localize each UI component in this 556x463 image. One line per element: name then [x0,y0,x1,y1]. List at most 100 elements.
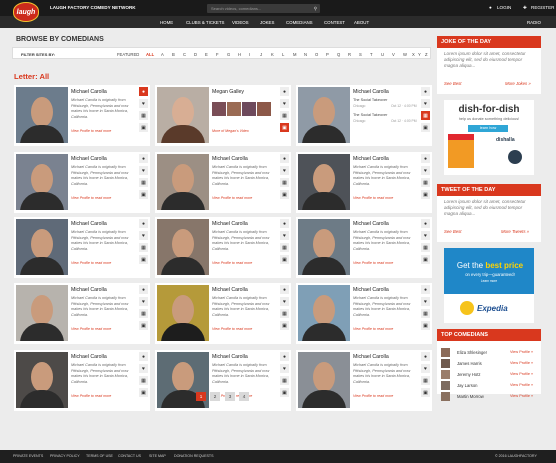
filter-letter[interactable]: H [238,52,241,57]
view-profile-link[interactable]: View Profile to read more [353,394,393,398]
heart-icon[interactable]: ♥ [421,297,430,306]
comedian-name[interactable]: Michael Carolla [212,354,248,360]
comedian-name[interactable]: Michael Carolla [353,287,389,293]
filter-letter[interactable]: O [315,52,318,57]
see-best-link[interactable]: See Best [444,81,461,86]
profile-icon[interactable]: ● [280,352,289,361]
filter-letter[interactable]: Z [425,52,428,57]
calendar-icon[interactable]: ▦ [280,243,289,252]
video-icon[interactable]: ▣ [421,255,430,264]
top-comedian-row[interactable]: James Harris View Profile » [441,359,539,369]
filter-letter[interactable]: M [293,52,297,57]
video-icon[interactable]: ▣ [139,123,148,132]
filter-letter[interactable]: L [282,52,284,57]
filter-featured[interactable]: FEATURED [117,52,139,57]
comedian-photo[interactable] [16,219,68,275]
page-4-button[interactable]: 4 [239,392,249,401]
top-comedian-name[interactable]: James Harris [457,361,482,366]
heart-icon[interactable]: ♥ [139,364,148,373]
calendar-icon[interactable]: ▦ [421,243,430,252]
profile-icon[interactable]: ● [139,285,148,294]
nav-home[interactable]: HOME [160,20,173,25]
video-icon[interactable]: ▣ [421,388,430,397]
heart-icon[interactable]: ♥ [280,99,289,108]
video-icon[interactable]: ▣ [139,321,148,330]
more-jokes-link[interactable]: More Jokes » [505,81,531,86]
comedian-name[interactable]: Michael Carolla [71,287,107,293]
profile-icon[interactable]: ● [280,87,289,96]
comedian-name[interactable]: Michael Carolla [212,156,248,162]
more-videos-link[interactable]: More of Megan's Video [212,129,249,133]
calendar-icon[interactable]: ▦ [280,309,289,318]
calendar-icon[interactable]: ▦ [139,243,148,252]
view-profile-link[interactable]: View Profile to read more [71,129,111,133]
avatar[interactable] [441,348,450,357]
profile-icon[interactable]: ● [421,219,430,228]
filter-letter[interactable]: E [205,52,208,57]
filter-letter[interactable]: I [249,52,250,57]
comedian-name[interactable]: Michael Carolla [71,156,107,162]
filter-letter[interactable]: G [227,52,230,57]
calendar-icon[interactable]: ▦ [421,111,430,120]
profile-icon[interactable]: ● [280,219,289,228]
nav-videos[interactable]: VIDEOS [232,20,249,25]
filter-letter[interactable]: A [161,52,164,57]
comedian-name[interactable]: Michael Carolla [212,287,248,293]
video-thumbnail[interactable] [242,102,256,116]
footer-terms[interactable]: TERMS OF USE [86,454,113,458]
heart-icon[interactable]: ♥ [139,166,148,175]
comedian-photo[interactable] [298,352,350,408]
calendar-icon[interactable]: ▦ [280,376,289,385]
filter-all[interactable]: ALL [146,52,154,57]
profile-icon[interactable]: ● [139,352,148,361]
video-thumbnail[interactable] [257,102,271,116]
comedian-card[interactable]: Michael Carolla Michael Carolla is origi… [296,283,432,344]
comedian-card[interactable]: Michael Carolla Michael Carolla is origi… [14,217,150,278]
comedian-photo[interactable] [298,219,350,275]
footer-contact[interactable]: CONTACT US [118,454,141,458]
profile-icon[interactable]: ● [421,285,430,294]
filter-letter[interactable]: X [412,52,415,57]
view-profile-link[interactable]: View Profile » [510,394,533,398]
view-profile-link[interactable]: View Profile » [510,372,533,376]
view-profile-link[interactable]: View Profile to read more [212,327,252,331]
comedian-photo[interactable] [16,154,68,210]
nav-jokes[interactable]: JOKES [260,20,274,25]
video-icon[interactable]: ▣ [280,388,289,397]
footer-privacy-policy[interactable]: PRIVACY POLICY [50,454,80,458]
event-title[interactable]: The Social Takeover [353,113,387,117]
heart-icon[interactable]: ♥ [280,364,289,373]
learn-how-button[interactable]: learn how [468,125,508,132]
view-profile-link[interactable]: View Profile to read more [71,196,111,200]
view-profile-link[interactable]: View Profile » [510,350,533,354]
view-profile-link[interactable]: View Profile to read more [353,327,393,331]
top-comedian-row[interactable]: Eliza Shlesinger View Profile » [441,348,539,358]
video-icon[interactable]: ▣ [139,388,148,397]
view-profile-link[interactable]: View Profile » [510,361,533,365]
video-icon[interactable]: ▣ [421,190,430,199]
calendar-icon[interactable]: ▦ [139,309,148,318]
filter-letter[interactable]: F [216,52,219,57]
laugh-factory-logo[interactable]: laugh [13,2,39,22]
nav-contest[interactable]: CONTEST [324,20,345,25]
comedian-card[interactable]: Megan Galley More of Megan's Video ● ♥ ▦… [155,85,291,146]
learn-more-link[interactable]: Learn more [476,279,502,284]
comedian-name[interactable]: Michael Carolla [212,221,248,227]
video-icon[interactable]: ▣ [280,321,289,330]
profile-icon[interactable]: ● [421,87,430,96]
comedian-card[interactable]: Michael Carolla Michael Carolla is origi… [14,283,150,344]
avatar[interactable] [441,359,450,368]
video-icon[interactable]: ▣ [280,123,289,132]
comedian-photo[interactable] [298,285,350,341]
heart-icon[interactable]: ♥ [280,297,289,306]
profile-icon[interactable]: ● [139,219,148,228]
heart-icon[interactable]: ♥ [139,297,148,306]
more-tweets-link[interactable]: More Tweets » [501,229,529,234]
heart-icon[interactable]: ♥ [421,99,430,108]
comedian-name[interactable]: Michael Carolla [353,354,389,360]
filter-letter[interactable]: S [359,52,362,57]
heart-icon[interactable]: ♥ [139,99,148,108]
filter-letter[interactable]: Q [337,52,340,57]
calendar-icon[interactable]: ▦ [421,376,430,385]
comedian-card[interactable]: Michael Carolla Michael Carolla is origi… [155,350,291,411]
